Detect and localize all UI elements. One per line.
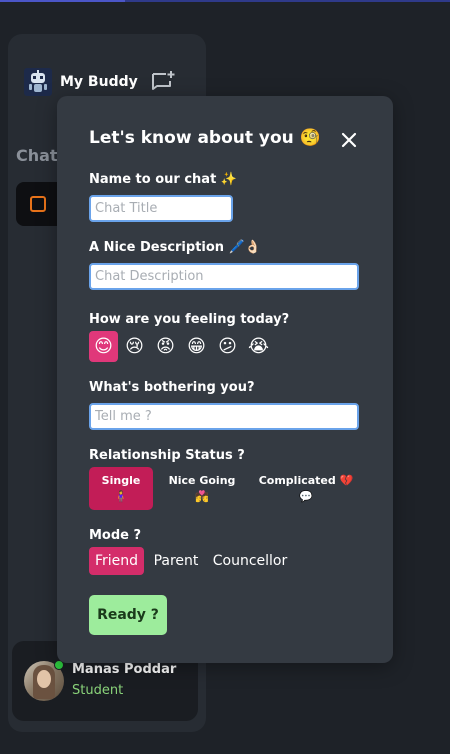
feeling-option-sad[interactable]: 😢 (120, 331, 149, 362)
feeling-selector: 😊 😢 😡 😁 😕 😭 (89, 331, 275, 362)
brand[interactable]: My Buddy (24, 68, 138, 96)
mode-option-councellor[interactable]: Councellor (208, 547, 292, 575)
relationship-selector: Single 🧍‍♀️ Nice Going 💏 Complicated 💔 💬 (89, 467, 361, 510)
mode-label: Mode ? (89, 528, 142, 543)
feeling-label: How are you feeling today? (89, 312, 290, 327)
robot-logo-icon (24, 68, 52, 96)
app-name: My Buddy (60, 74, 138, 90)
relationship-option-complicated[interactable]: Complicated 💔 💬 (251, 467, 361, 510)
user-name: Manas Poddar (72, 662, 177, 677)
mode-option-friend[interactable]: Friend (89, 547, 144, 575)
feeling-option-crying[interactable]: 😭 (244, 331, 273, 362)
bothering-label: What's bothering you? (89, 380, 255, 395)
feeling-option-grinning[interactable]: 😁 (182, 331, 211, 362)
feeling-option-angry[interactable]: 😡 (151, 331, 180, 362)
chat-square-icon (30, 196, 46, 212)
new-chat-icon[interactable] (148, 68, 178, 96)
bothering-input[interactable] (89, 403, 359, 430)
modal-title: Let's know about you 🧐 (89, 128, 321, 148)
close-icon[interactable] (337, 128, 361, 152)
relationship-option-nice-going[interactable]: Nice Going 💏 (153, 467, 251, 510)
top-progress-line (0, 0, 450, 2)
feeling-option-happy[interactable]: 😊 (89, 331, 118, 362)
about-you-modal: Let's know about you 🧐 Name to our chat … (57, 96, 393, 663)
mode-selector: Friend Parent Councellor (89, 547, 292, 575)
mode-option-parent[interactable]: Parent (144, 547, 208, 575)
ready-button[interactable]: Ready ? (89, 595, 167, 635)
chat-description-input[interactable] (89, 263, 359, 290)
chat-title-input[interactable] (89, 195, 233, 222)
chat-name-label: Name to our chat ✨ (89, 172, 237, 187)
feeling-option-confused[interactable]: 😕 (213, 331, 242, 362)
description-label: A Nice Description 🖊️👌🏻 (89, 240, 261, 255)
relationship-label: Relationship Status ? (89, 448, 245, 463)
user-role: Student (72, 683, 124, 698)
relationship-option-single[interactable]: Single 🧍‍♀️ (89, 467, 153, 510)
